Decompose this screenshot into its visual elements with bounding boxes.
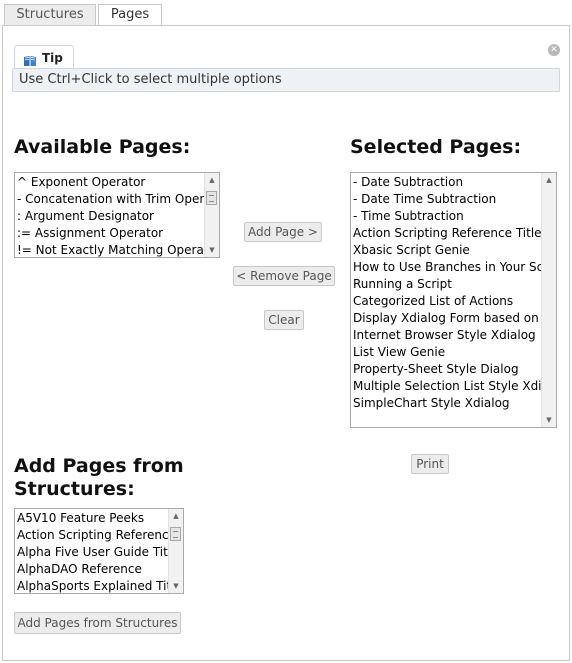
list-item[interactable]: Action Scripting Reference Title [351,225,556,242]
list-item[interactable]: - Time Subtraction [351,208,556,225]
scroll-down-icon[interactable]: ▼ [169,579,183,593]
available-pages-list[interactable]: ^ Exponent Operator - Concatenation with… [14,172,220,258]
add-page-button[interactable]: Add Page > [244,222,322,242]
list-item[interactable]: - Date Time Subtraction [351,191,556,208]
scroll-up-icon[interactable]: ▲ [169,509,183,523]
list-item[interactable]: Action Scripting Reference [15,527,183,544]
tip-message: Use Ctrl+Click to select multiple option… [12,68,560,92]
scroll-down-icon[interactable]: ▼ [542,413,556,427]
list-item[interactable]: Categorized List of Actions [351,293,556,310]
list-item[interactable]: Display Xdialog Form based on Action [351,310,556,327]
list-item[interactable]: AlphaSports Explained Title [15,578,183,593]
tab-pages[interactable]: Pages [98,4,162,26]
structures-list[interactable]: A5V10 Feature Peeks Action Scripting Ref… [14,508,184,594]
print-button[interactable]: Print [411,454,449,474]
book-icon [23,51,37,66]
remove-page-button[interactable]: < Remove Page [233,266,335,286]
list-item[interactable]: Running a Script [351,276,556,293]
structures-heading-line2: Structures: [14,478,135,500]
available-pages-scrollbar[interactable]: ▲ ▼ [204,173,219,257]
selected-pages-heading: Selected Pages: [350,136,522,158]
list-item[interactable]: ^ Exponent Operator [15,174,219,191]
close-icon[interactable]: ✕ [548,44,560,56]
list-item[interactable]: := Assignment Operator [15,225,219,242]
structures-scrollbar[interactable]: ▲ ▼ [168,509,183,593]
list-item[interactable]: Property-Sheet Style Dialog [351,361,556,378]
list-item[interactable]: Internet Browser Style Xdialog [351,327,556,344]
list-item[interactable]: - Concatenation with Trim Operator [15,191,219,208]
structures-heading-line1: Add Pages from [14,455,184,477]
tip-header: Tip [14,45,74,69]
scroll-thumb[interactable] [206,191,217,205]
list-item[interactable]: Multiple Selection List Style Xdialog [351,378,556,395]
scroll-thumb[interactable] [170,527,181,541]
scroll-up-icon[interactable]: ▲ [542,173,556,187]
scroll-down-icon[interactable]: ▼ [205,243,219,257]
clear-button[interactable]: Clear [264,310,304,330]
tip-title: Tip [42,51,63,65]
available-pages-heading: Available Pages: [14,136,191,158]
list-item[interactable]: Alpha Five User Guide Title [15,544,183,561]
structures-heading: Add Pages from Structures: [14,455,184,501]
list-item[interactable]: : Argument Designator [15,208,219,225]
selected-pages-list[interactable]: - Date Subtraction - Date Time Subtracti… [350,172,557,428]
list-item[interactable]: != Not Exactly Matching Operator [15,242,219,257]
list-item[interactable]: AlphaDAO Reference [15,561,183,578]
add-pages-from-structures-button[interactable]: Add Pages from Structures [14,612,181,634]
scroll-up-icon[interactable]: ▲ [205,173,219,187]
list-item[interactable]: A5V10 Feature Peeks [15,510,183,527]
list-item[interactable]: SimpleChart Style Xdialog [351,395,556,412]
list-item[interactable]: - Date Subtraction [351,174,556,191]
selected-pages-scrollbar[interactable]: ▲ ▼ [541,173,556,427]
list-item[interactable]: List View Genie [351,344,556,361]
list-item[interactable]: How to Use Branches in Your Script [351,259,556,276]
tab-structures[interactable]: Structures [4,4,96,25]
list-item[interactable]: Xbasic Script Genie [351,242,556,259]
